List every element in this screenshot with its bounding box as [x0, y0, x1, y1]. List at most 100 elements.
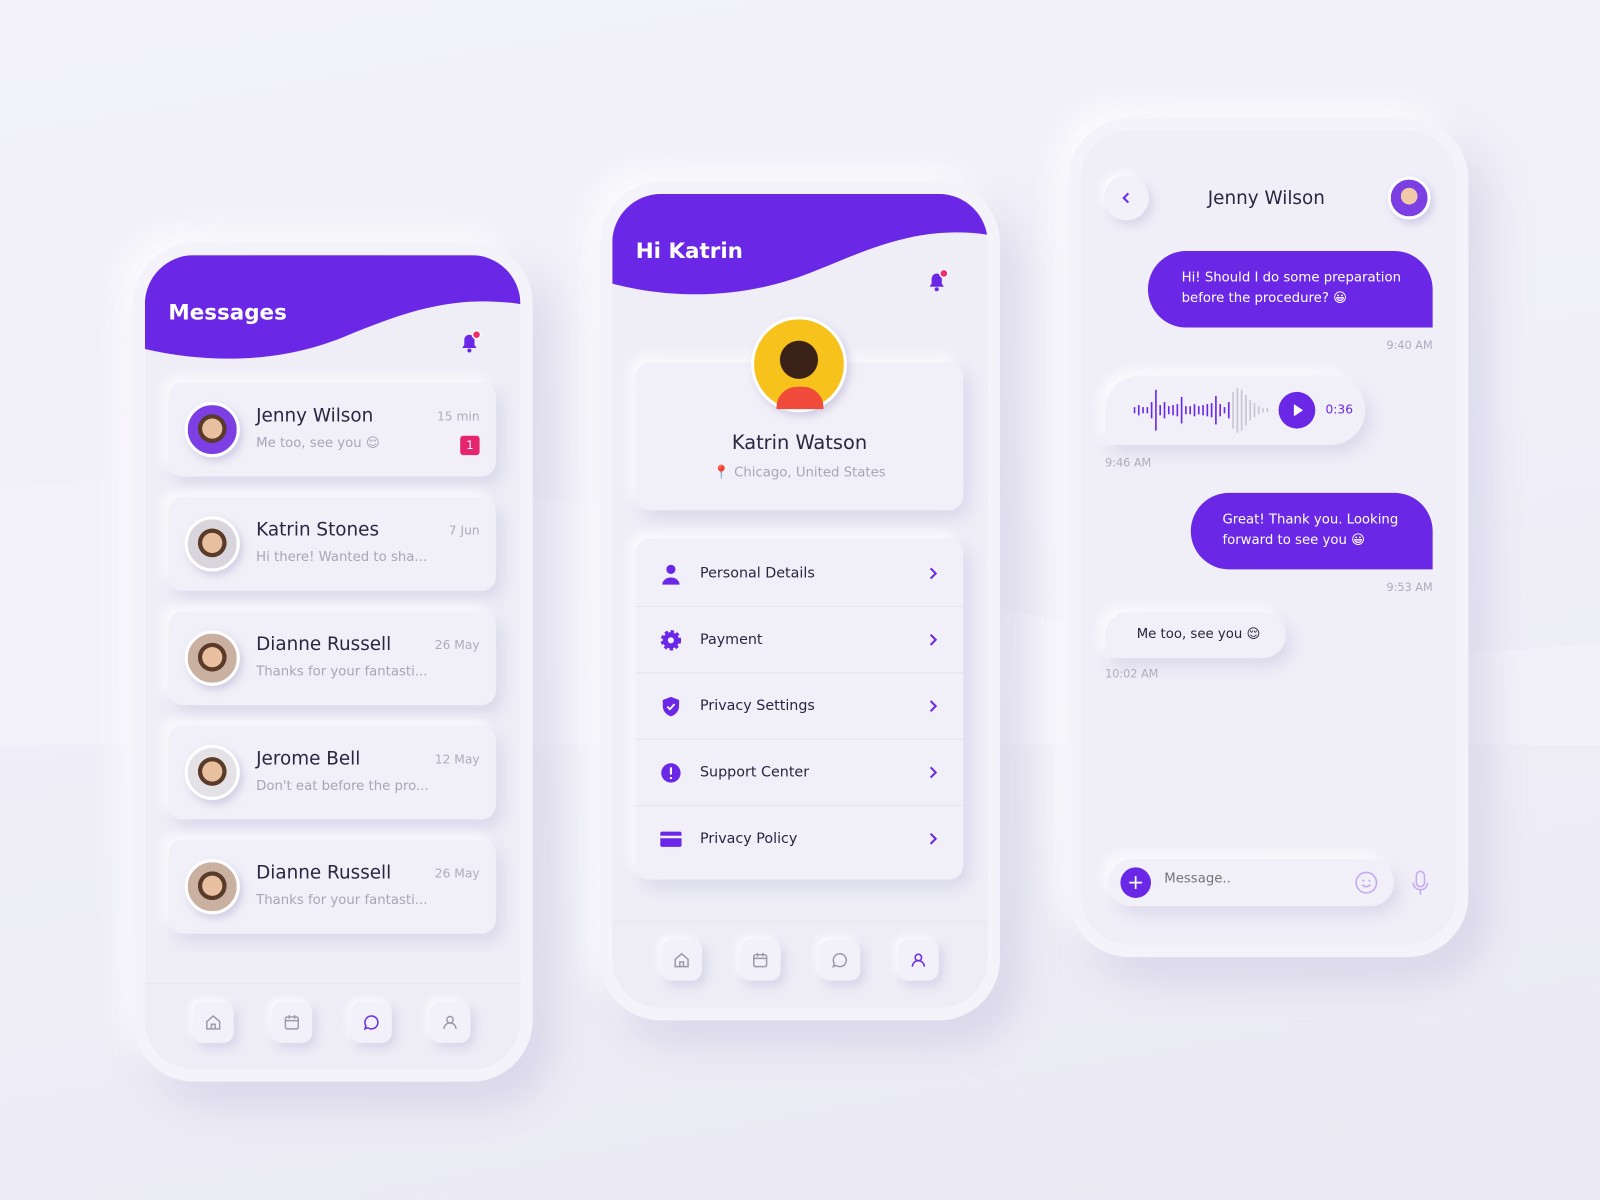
waveform-bar: [1210, 403, 1213, 418]
waveform-bar: [1236, 387, 1239, 433]
contact-avatar: [184, 859, 240, 915]
shield-icon: [662, 696, 680, 717]
chat-screen: Jenny Wilson Hi! Should I do some prepar…: [1080, 130, 1457, 945]
contact-name: Jenny Wilson: [256, 405, 374, 427]
conversation-item[interactable]: Dianne Russell Thanks for your fantasti.…: [168, 611, 496, 706]
page-title: Messages: [168, 299, 287, 325]
menu-item-payment[interactable]: Payment: [635, 607, 964, 674]
menu-item-privacy-policy[interactable]: Privacy Policy: [636, 806, 964, 872]
waveform-bar: [1167, 406, 1170, 415]
contact-name: Dianne Russell: [256, 633, 392, 656]
menu-item-privacy-settings[interactable]: Privacy Settings: [635, 673, 964, 740]
home-icon: [674, 952, 689, 968]
nav-chat[interactable]: [351, 1002, 392, 1043]
contact-avatar: [184, 630, 240, 686]
nav-chat[interactable]: [819, 939, 861, 981]
menu-item-label: Payment: [699, 631, 763, 648]
contact-avatar: [184, 402, 240, 458]
menu-item-personal-details[interactable]: Personal Details: [635, 541, 964, 608]
message-preview: Me too, see you 😌: [256, 435, 380, 452]
menu-item-label: Privacy Policy: [699, 830, 798, 847]
waveform-bar: [1185, 406, 1187, 415]
message-time: 9:46 AM: [1105, 456, 1152, 470]
conversation-item[interactable]: Jerome Bell Don't eat before the pro... …: [168, 725, 496, 820]
waveform-bar: [1172, 405, 1174, 416]
chevron-right-icon: [929, 832, 938, 845]
message-preview: Thanks for your fantasti...: [256, 664, 428, 680]
contact-name: Dianne Russell: [256, 862, 392, 884]
contact-name: Jerome Bell: [256, 747, 361, 770]
waveform-bar: [1193, 404, 1196, 417]
waveform-bar: [1159, 405, 1162, 416]
waveform-bar: [1219, 404, 1222, 417]
settings-menu: Personal Details Payment Privacy Setting…: [635, 538, 964, 880]
conversation-item[interactable]: Jenny Wilson Me too, see you 😌 15 min 1: [168, 382, 496, 477]
chat-icon: [363, 1015, 379, 1031]
nav-home[interactable]: [661, 939, 703, 981]
voice-duration: 0:36: [1325, 402, 1354, 417]
bottom-nav: [144, 982, 521, 1070]
waveform-bar: [1266, 408, 1269, 413]
waveform-bar: [1146, 407, 1149, 414]
play-icon: [1293, 404, 1304, 417]
gear-icon: [660, 630, 682, 651]
chevron-right-icon: [929, 766, 938, 779]
chat-phone: Jenny Wilson Hi! Should I do some prepar…: [1068, 118, 1469, 958]
waveform-bar: [1249, 399, 1252, 421]
contact-avatar[interactable]: [1387, 176, 1431, 220]
home-icon: [206, 1015, 221, 1030]
microphone-icon[interactable]: [1410, 869, 1430, 898]
waveform-bar: [1202, 405, 1204, 416]
nav-home[interactable]: [192, 1002, 234, 1043]
nav-calendar[interactable]: [739, 939, 781, 981]
message-time: 26 May: [434, 866, 480, 881]
waveform-bar: [1206, 404, 1209, 417]
message-preview: Thanks for your fantasti...: [256, 892, 428, 909]
chevron-right-icon: [929, 567, 938, 580]
message-input[interactable]: [1164, 871, 1338, 887]
message-time: 9:53 AM: [1386, 580, 1433, 594]
contact-avatar: [184, 516, 240, 572]
messages-phone: Messages Jenny Wilson Me too, see you 😌 …: [132, 242, 533, 1082]
message-time: 7 Jun: [448, 523, 480, 538]
plus-icon[interactable]: +: [1120, 867, 1152, 898]
emoji-icon[interactable]: [1354, 870, 1378, 894]
alert-icon: [661, 763, 681, 783]
message-preview: Don't eat before the pro...: [256, 778, 429, 794]
nav-profile[interactable]: [429, 1002, 471, 1043]
profile-avatar[interactable]: [751, 316, 847, 413]
waveform-bar: [1197, 406, 1200, 415]
play-button[interactable]: [1278, 391, 1316, 429]
bell-icon[interactable]: [457, 329, 484, 356]
message-input-bar: +: [1108, 859, 1394, 907]
message-time: 15 min: [437, 409, 480, 424]
bell-icon[interactable]: [924, 267, 951, 294]
contact-name: Katrin Stones: [256, 519, 380, 541]
waveform-bar: [1142, 407, 1144, 414]
waveform-bar: [1163, 402, 1166, 419]
waveform: [1133, 387, 1269, 433]
waveform-bar: [1189, 406, 1192, 415]
calendar-icon: [753, 952, 768, 968]
conversation-item[interactable]: Dianne Russell Thanks for your fantasti.…: [168, 839, 496, 934]
message-time: 26 May: [434, 637, 480, 653]
message-time: 12 May: [434, 752, 480, 767]
waveform-bar: [1133, 407, 1136, 414]
menu-item-support-center[interactable]: Support Center: [635, 740, 964, 807]
chat-icon: [832, 953, 848, 968]
unread-badge: 1: [460, 435, 480, 456]
waveform-bar: [1215, 395, 1217, 425]
nav-profile[interactable]: [897, 939, 939, 981]
chevron-right-icon: [929, 700, 938, 712]
calendar-icon: [284, 1015, 299, 1030]
nav-calendar[interactable]: [271, 1002, 313, 1043]
profile-screen: Hi Katrin Katrin Watson 📍 Chicago, Unite…: [612, 193, 988, 1009]
waveform-bar: [1253, 403, 1256, 418]
chevron-right-icon: [929, 633, 938, 646]
sent-message: Great! Thank you. Looking forward to see…: [1190, 492, 1433, 570]
message-time: 10:02 AM: [1105, 667, 1159, 681]
waveform-bar: [1150, 402, 1153, 419]
waveform-bar: [1180, 396, 1183, 424]
conversation-item[interactable]: Katrin Stones Hi there! Wanted to sha...…: [168, 496, 496, 591]
card-icon: [660, 831, 682, 847]
